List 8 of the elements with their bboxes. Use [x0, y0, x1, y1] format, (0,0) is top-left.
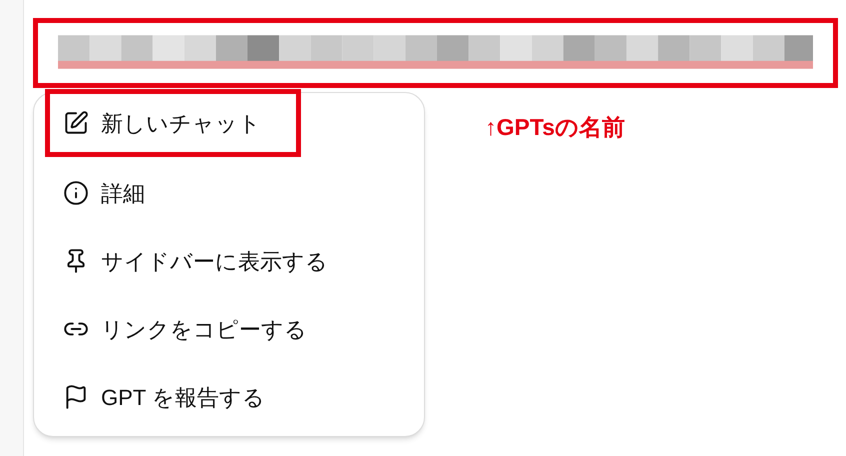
menu-item[interactable]: リンクをコピーする — [45, 295, 415, 363]
info-icon — [63, 180, 89, 206]
menu-item[interactable]: サイドバーに表示する — [45, 227, 415, 295]
menu-item[interactable]: GPT を報告する — [45, 363, 415, 431]
menu-item[interactable]: 詳細 — [45, 159, 415, 227]
menu-item[interactable]: 新しいチャット — [45, 89, 301, 157]
annotation-text: ↑GPTsの名前 — [485, 113, 625, 142]
pen-icon — [63, 110, 89, 136]
